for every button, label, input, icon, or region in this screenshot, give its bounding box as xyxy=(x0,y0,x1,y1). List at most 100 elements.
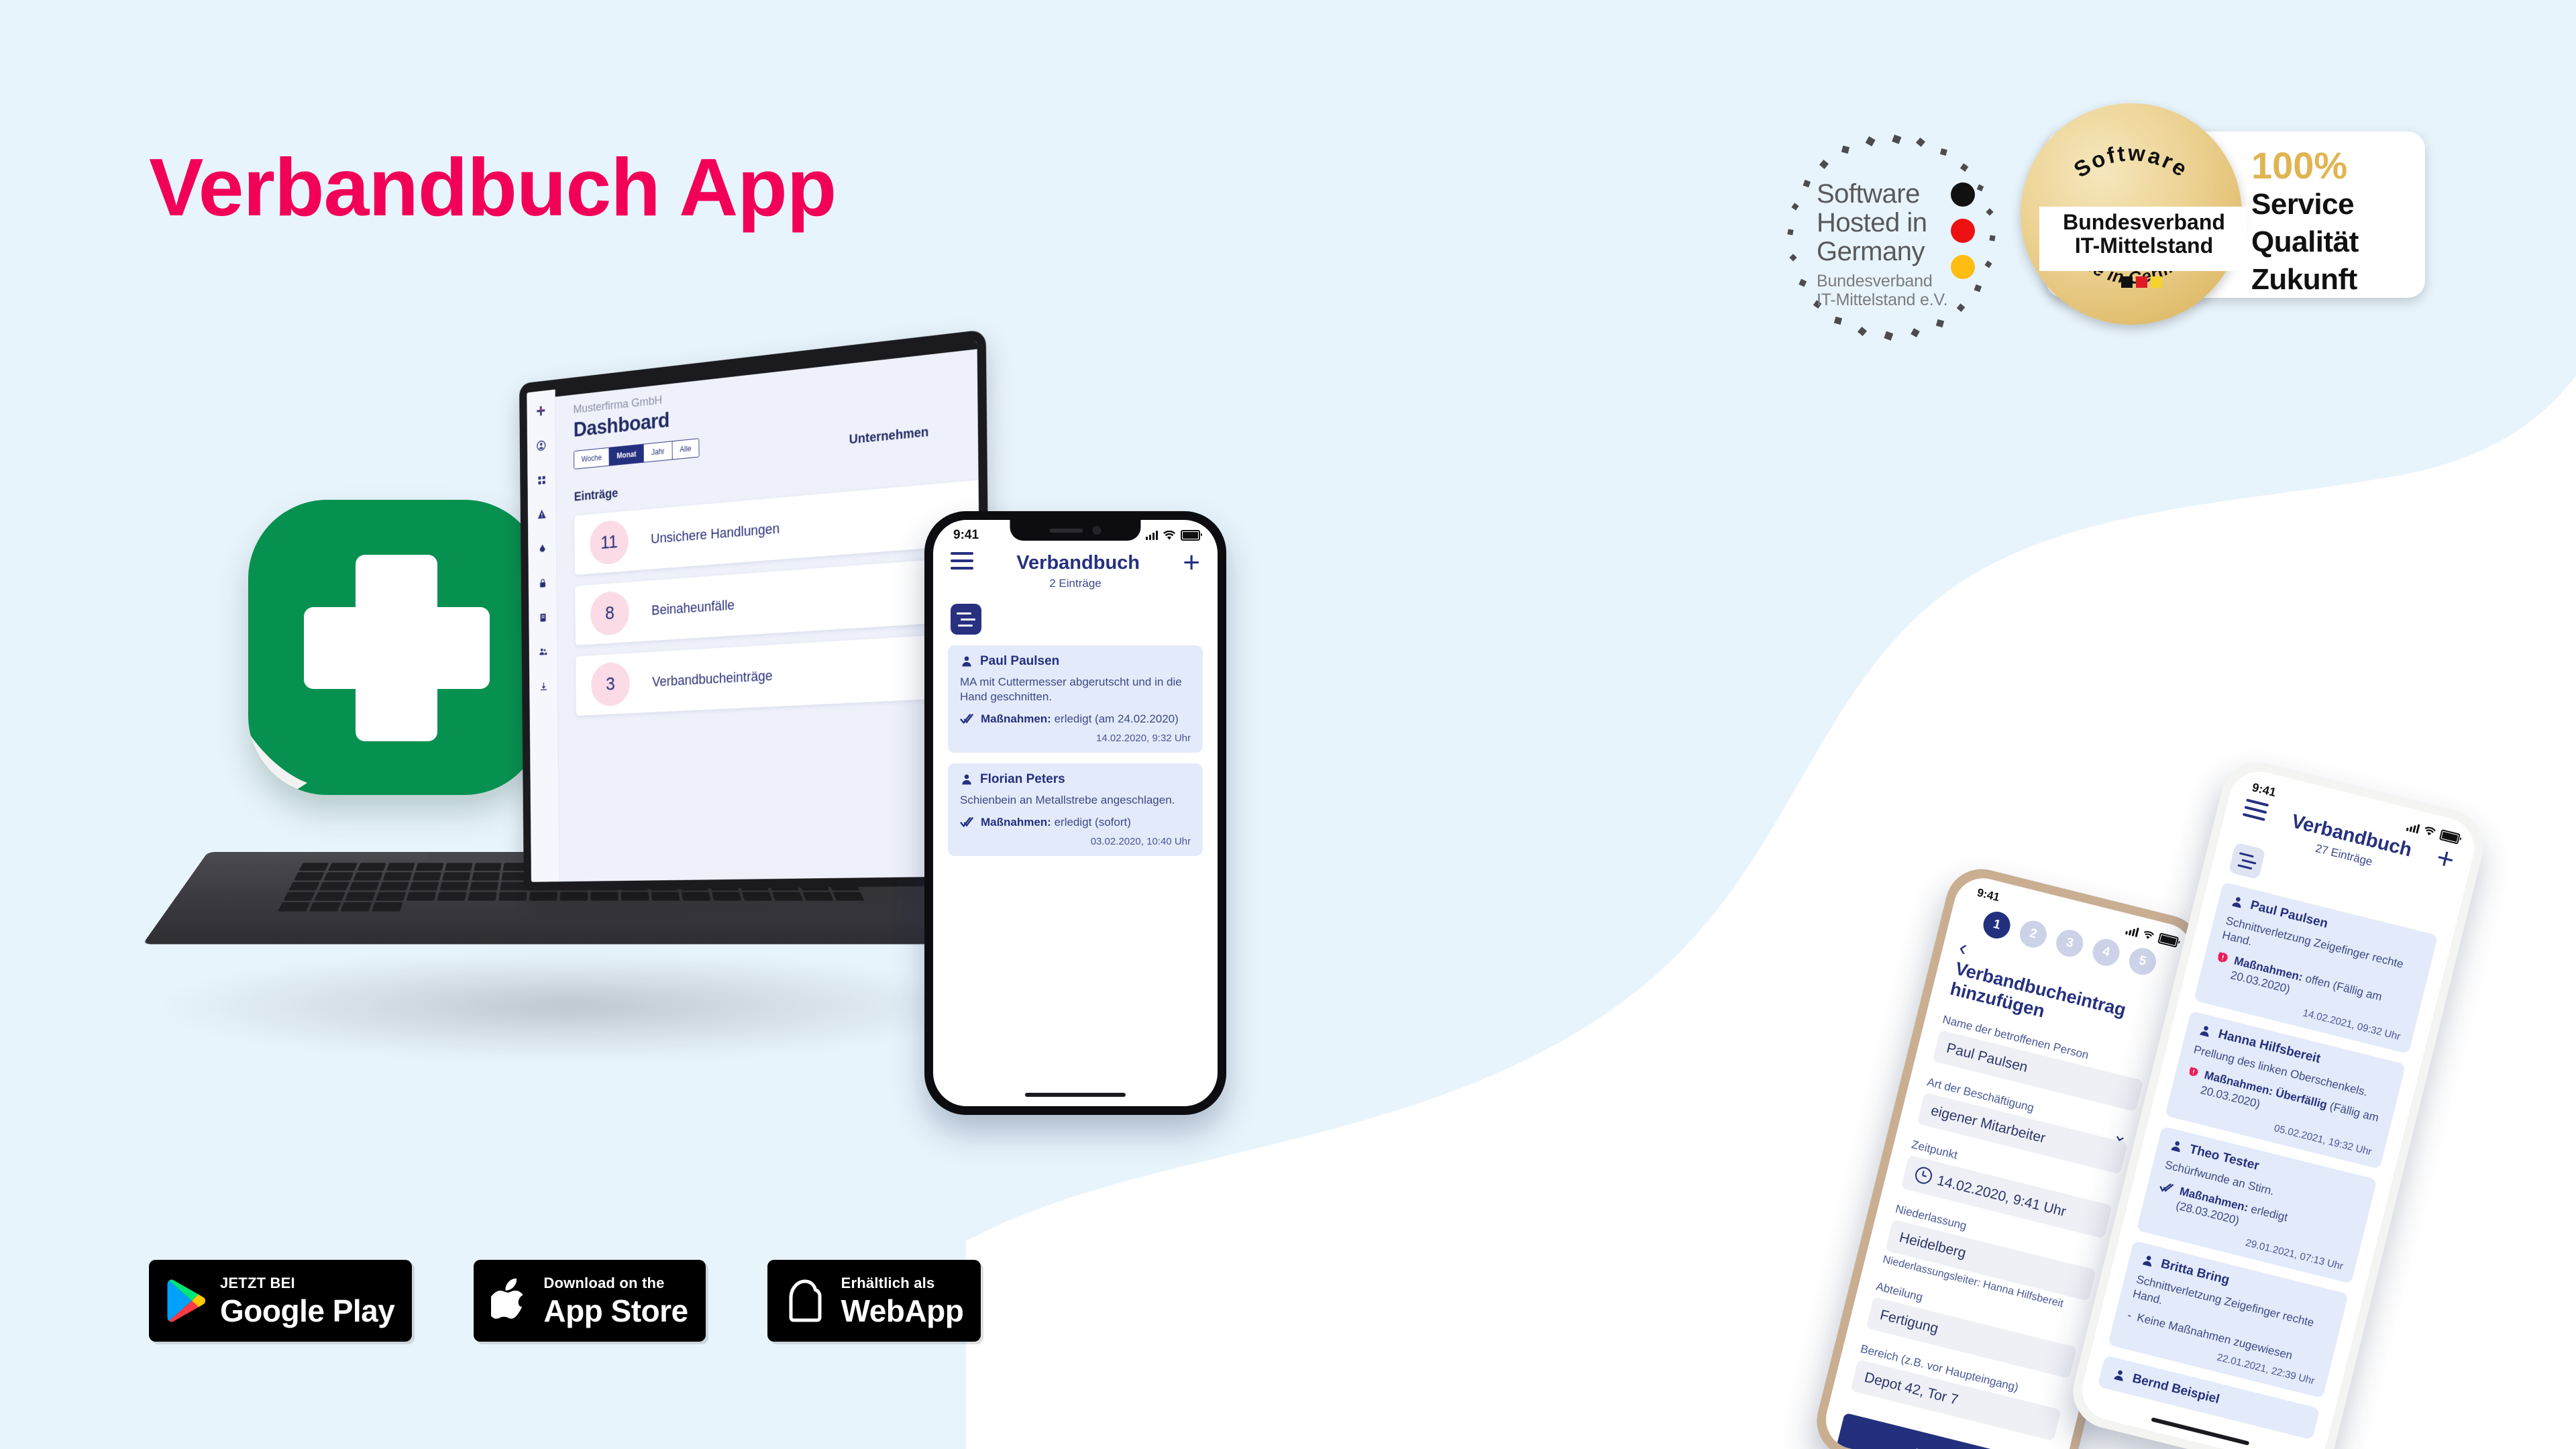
signal-icon xyxy=(2125,925,2139,938)
group-icon[interactable] xyxy=(537,645,549,659)
entry-measures-label: Maßnahmen: xyxy=(981,712,1051,726)
back-button[interactable]: ‹ xyxy=(1956,934,1970,961)
wifi-icon xyxy=(1163,530,1175,539)
person-icon xyxy=(962,774,971,785)
laptop-shadow xyxy=(154,953,986,1060)
page-title: Verbandbuch App xyxy=(149,142,837,233)
entry-count-label: 2 Einträge xyxy=(1049,577,1102,590)
step-1[interactable]: 1 xyxy=(1980,908,2013,942)
status-time: 9:41 xyxy=(953,528,979,542)
seal-claims: 100% Service Qualität Zukunft xyxy=(2251,146,2419,299)
menu-icon[interactable] xyxy=(2241,798,2269,825)
entry-person-name: Florian Peters xyxy=(980,772,1065,787)
stat-count-bubble: 11 xyxy=(589,519,629,566)
entry-measures-label: Maßnahmen: xyxy=(981,816,1051,829)
wifi-icon xyxy=(2143,930,2155,939)
entry-measures: Maßnahmen: erledigt (am 24.02.2020) xyxy=(960,712,1191,727)
person-icon xyxy=(2232,897,2241,908)
entry-description: Schienbein an Metallstrebe angeschlagen. xyxy=(960,794,1175,807)
german-flag-lamps xyxy=(1951,182,1975,291)
list-item[interactable]: Paul Paulsen MA mit Cuttermesser abgerut… xyxy=(948,645,1203,753)
signal-icon xyxy=(2406,821,2420,834)
apple-icon xyxy=(491,1278,523,1319)
warning-icon[interactable] xyxy=(536,507,548,522)
entry-measures-value: erledigt (sofort) xyxy=(1054,816,1131,829)
stat-count-bubble: 3 xyxy=(590,661,631,707)
dashboard-main: Musterfirma GmbH Dashboard Woche Monat J… xyxy=(555,341,983,881)
seal-percent: 100% xyxy=(2251,144,2348,186)
entry-person-name: Bernd Beispiel xyxy=(2131,1371,2221,1407)
google-play-big-label: Google Play xyxy=(220,1293,395,1328)
person-icon xyxy=(2142,1255,2151,1267)
step-2[interactable]: 2 xyxy=(2017,918,2050,951)
badge-hosted-line2: Hosted in xyxy=(1817,207,1927,237)
app-store-big-label: App Store xyxy=(543,1293,688,1328)
badge-hosted-sub1: Bundesverband xyxy=(1817,272,1933,291)
double-check-icon xyxy=(2159,1183,2174,1192)
step-3[interactable]: 3 xyxy=(2053,926,2086,960)
double-check-icon xyxy=(960,817,974,828)
webapp-button[interactable]: Erhältlich als WebApp xyxy=(767,1260,981,1342)
filter-button[interactable] xyxy=(2228,842,2266,880)
step-5[interactable]: 5 xyxy=(2126,945,2159,978)
menu-icon[interactable] xyxy=(951,552,973,574)
badge-bitmi-seal-card: Software Made in Germany Bundesverband I… xyxy=(2021,103,2425,325)
badge-hosted-line1: Software xyxy=(1817,179,1920,209)
entry-timestamp: 03.02.2020, 10:40 Uhr xyxy=(1090,836,1191,848)
google-play-button[interactable]: JETZT BEI Google Play xyxy=(149,1260,413,1342)
filter-button[interactable] xyxy=(951,604,981,635)
lamp-red-icon xyxy=(1951,219,1975,243)
lamp-gold-icon xyxy=(1951,255,1975,279)
add-entry-button[interactable]: + xyxy=(2433,841,2458,877)
seal-band-line2: IT-Mittelstand xyxy=(2074,233,2214,258)
add-entry-button[interactable]: + xyxy=(1183,547,1200,578)
person-icon xyxy=(2171,1140,2180,1152)
cloud-icon xyxy=(789,1279,822,1322)
seal-band-text: Bundesverband IT-Mittelstand xyxy=(2050,210,2238,258)
home-indicator xyxy=(2151,1417,2250,1446)
status-time: 9:41 xyxy=(1976,885,2001,904)
tab-alle[interactable]: Alle xyxy=(672,439,699,460)
google-play-icon xyxy=(167,1279,205,1322)
app-header: Verbandbuch + xyxy=(933,543,1218,578)
tab-monat[interactable]: Monat xyxy=(609,444,645,466)
tab-woche[interactable]: Woche xyxy=(574,447,610,469)
lamp-black-icon xyxy=(1951,182,1975,207)
laptop-screen: Musterfirma GmbH Dashboard Woche Monat J… xyxy=(527,341,983,882)
list-item[interactable]: Florian Peters Schienbein an Metallstreb… xyxy=(948,763,1203,857)
download-icon[interactable] xyxy=(537,679,549,693)
lock-icon[interactable] xyxy=(537,576,549,590)
phone-notch xyxy=(1010,520,1141,541)
entry-person: Paul Paulsen xyxy=(960,654,1191,669)
status-indicators xyxy=(1146,530,1202,541)
dashboard-timerange-tabs[interactable]: Woche Monat Jahr Alle xyxy=(574,438,700,470)
badge-hosted-line3: Germany xyxy=(1817,236,1925,266)
grid-icon[interactable] xyxy=(535,473,547,488)
app-store-button[interactable]: Download on the App Store xyxy=(474,1260,706,1342)
double-check-icon xyxy=(960,714,974,724)
drop-icon[interactable] xyxy=(536,541,548,556)
seal-band-line1: Bundesverband xyxy=(2063,210,2225,234)
store-badge-row: JETZT BEI Google Play Download on the Ap… xyxy=(149,1260,981,1342)
app-title: Verbandbuch xyxy=(1016,552,1140,574)
dashboard-unternehmen-label: Unternehmen xyxy=(849,425,929,447)
entry-timestamp: 14.02.2020, 9:32 Uhr xyxy=(1096,733,1191,745)
user-icon[interactable] xyxy=(535,438,547,453)
tab-jahr[interactable]: Jahr xyxy=(644,441,673,462)
person-icon xyxy=(2200,1026,2209,1038)
person-icon xyxy=(2114,1370,2123,1382)
signal-icon xyxy=(1146,531,1158,540)
badge-hosted-text: Software Hosted in Germany Bundesverband… xyxy=(1817,179,1948,310)
alert-icon xyxy=(2189,1067,2198,1077)
document-icon[interactable] xyxy=(537,610,549,625)
entry-description: MA mit Cuttermesser abgerutscht und in d… xyxy=(960,676,1182,704)
poster-canvas: Verbandbuch App Software Hosted in Germa… xyxy=(0,0,2576,1449)
svg-text:Software: Software xyxy=(2070,140,2194,182)
status-indicators xyxy=(2125,924,2180,948)
step-4[interactable]: 4 xyxy=(2090,936,2123,969)
cross-icon[interactable] xyxy=(535,404,547,419)
entry-measures-value: erledigt (am 24.02.2020) xyxy=(1054,712,1179,726)
clock-icon xyxy=(1913,1165,1934,1186)
seal-word-service: Service xyxy=(2251,187,2355,221)
person-icon xyxy=(962,656,971,667)
